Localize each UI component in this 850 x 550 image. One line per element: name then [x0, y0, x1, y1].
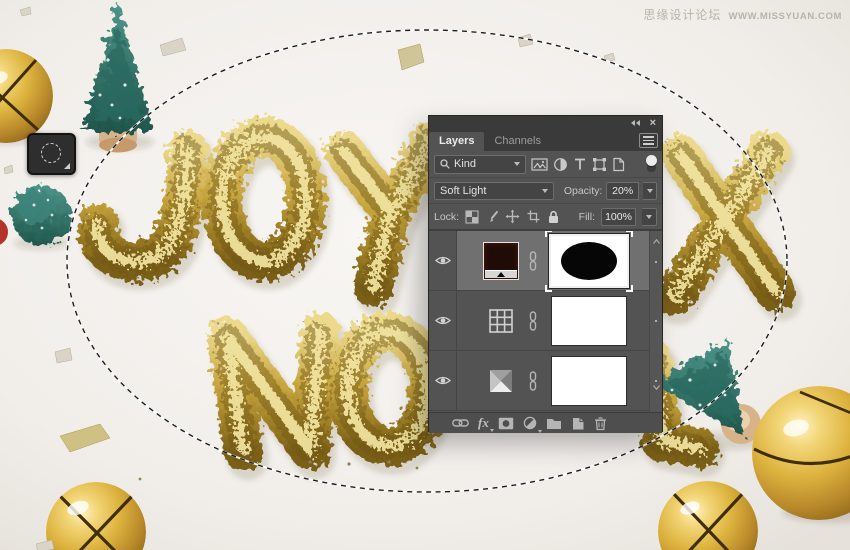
watermark-url: WWW.MISSYUAN.COM	[728, 11, 842, 22]
filter-kind-dropdown[interactable]: Kind	[434, 154, 526, 174]
elliptical-marquee-icon	[41, 143, 61, 163]
gradient-map-thumbnail[interactable]	[483, 241, 519, 280]
chevron-down-icon	[541, 188, 548, 193]
lock-paint-icon[interactable]	[485, 210, 499, 224]
chevron-down-icon	[646, 188, 653, 193]
layer-mask-thumbnail[interactable]	[551, 295, 627, 346]
eye-icon	[434, 256, 451, 265]
new-layer-icon[interactable]	[571, 416, 585, 431]
visibility-toggle[interactable]	[429, 351, 457, 410]
layers-list	[429, 231, 662, 412]
fill-label: Fill:	[578, 210, 595, 223]
layer-row-gradient-map[interactable]	[429, 231, 662, 292]
opacity-label: Opacity:	[563, 184, 603, 197]
visibility-toggle[interactable]	[429, 291, 457, 350]
eye-icon	[434, 376, 451, 385]
scroll-up-icon[interactable]	[653, 239, 660, 244]
new-group-icon[interactable]	[546, 417, 562, 430]
photo-canvas[interactable]	[0, 0, 850, 550]
fill-dropdown-button[interactable]	[642, 207, 657, 226]
opacity-value-field[interactable]: 20%	[606, 181, 639, 200]
lock-label: Lock:	[434, 210, 460, 223]
layers-panel: × Layers Channels Kind Soft Light Opacit…	[428, 115, 663, 433]
filter-toggle-switch[interactable]	[646, 154, 657, 172]
pattern-fill-icon[interactable]	[489, 308, 513, 333]
fx-label: fx	[478, 415, 489, 430]
layer-styles-fx-icon[interactable]: fx	[478, 415, 494, 432]
new-adjustment-layer-icon[interactable]	[523, 416, 542, 433]
lock-row: Lock: Fill: 100%	[429, 204, 662, 231]
shape-layers-filter-icon[interactable]	[592, 157, 607, 172]
panel-tabs: Layers Channels	[429, 130, 662, 151]
fill-value-field[interactable]: 100%	[601, 207, 636, 226]
blend-mode-dropdown[interactable]: Soft Light	[434, 181, 554, 200]
layer-row-pattern-fill[interactable]	[429, 291, 662, 351]
filter-row: Kind	[429, 151, 662, 178]
tool-flyout-corner	[64, 163, 70, 169]
opacity-dropdown-button[interactable]	[643, 181, 658, 200]
panel-header: ×	[429, 116, 662, 130]
layer-mask-thumbnail[interactable]	[551, 355, 627, 406]
filter-kind-label: Kind	[454, 158, 477, 170]
blend-row: Soft Light Opacity: 20%	[429, 178, 662, 204]
scroll-down-icon[interactable]	[653, 385, 660, 390]
layer-row-gradient-fill[interactable]	[429, 351, 662, 411]
opacity-value: 20%	[612, 184, 634, 197]
chevron-down-icon	[514, 162, 520, 166]
smart-objects-filter-icon[interactable]	[612, 157, 625, 172]
collapse-to-icons-icon[interactable]	[630, 120, 640, 126]
lock-all-icon[interactable]	[547, 210, 560, 224]
lock-artboard-icon[interactable]	[526, 209, 541, 224]
caret-down-icon	[537, 430, 542, 433]
fill-value: 100%	[605, 210, 632, 223]
link-layers-icon[interactable]	[452, 418, 469, 428]
blend-mode-value: Soft Light	[440, 184, 487, 197]
chevron-down-icon	[646, 214, 652, 219]
adjustment-layers-filter-icon[interactable]	[553, 157, 568, 172]
watermark-site: 思缘设计论坛	[643, 8, 722, 22]
type-layers-filter-icon[interactable]	[573, 157, 587, 171]
eye-icon	[434, 316, 451, 325]
visibility-toggle[interactable]	[429, 231, 457, 290]
tab-layers[interactable]: Layers	[429, 132, 485, 151]
lock-position-icon[interactable]	[505, 209, 520, 224]
layer-mask-thumbnail-selected[interactable]	[545, 231, 633, 292]
gradient-fill-icon[interactable]	[489, 369, 513, 393]
caret-down-icon	[489, 429, 494, 432]
filter-type-icons	[531, 157, 625, 172]
add-layer-mask-icon[interactable]	[498, 417, 514, 430]
delete-layer-icon[interactable]	[594, 416, 607, 431]
watermark: 思缘设计论坛 WWW.MISSYUAN.COM	[643, 6, 842, 23]
mask-link-icon[interactable]	[528, 310, 538, 331]
pixel-layers-filter-icon[interactable]	[531, 157, 548, 172]
pompom-left	[12, 186, 72, 246]
tab-channels[interactable]: Channels	[484, 132, 550, 151]
lock-transparency-icon[interactable]	[465, 209, 479, 224]
mask-link-icon[interactable]	[528, 250, 538, 271]
close-icon[interactable]: ×	[650, 118, 656, 129]
mask-black-ellipse	[561, 241, 617, 280]
layers-bottom-bar: fx	[429, 412, 662, 433]
mask-link-icon[interactable]	[528, 370, 538, 391]
search-icon	[440, 159, 450, 169]
layers-scrollbar[interactable]	[649, 231, 662, 412]
elliptical-marquee-tool-button[interactable]	[27, 133, 76, 175]
panel-menu-icon[interactable]	[639, 133, 658, 148]
